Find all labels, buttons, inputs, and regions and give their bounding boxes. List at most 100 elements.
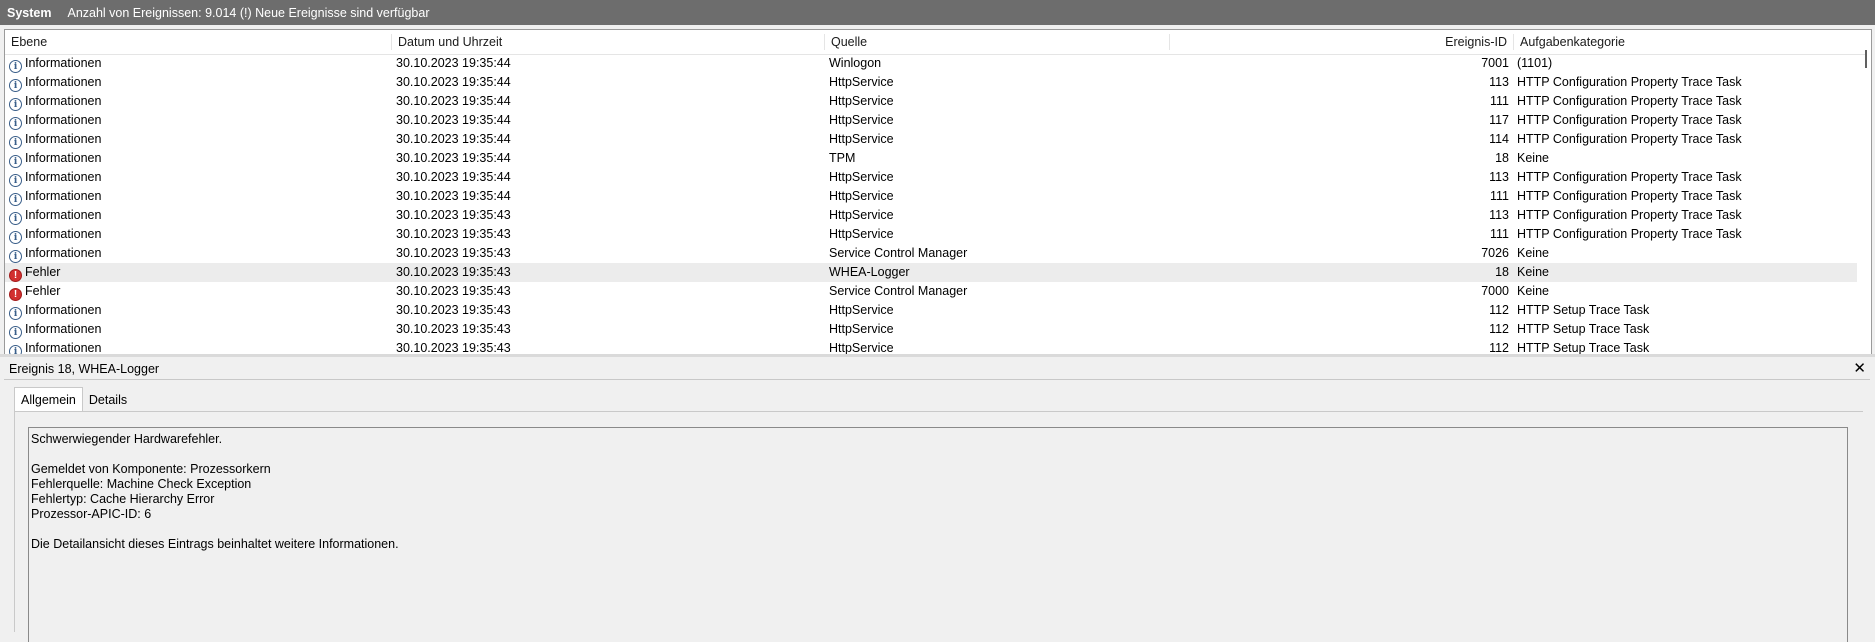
category-cell: HTTP Configuration Property Trace Task	[1517, 113, 1742, 127]
level-cell: i Informationen	[9, 54, 389, 73]
tab-general[interactable]: Allgemein	[14, 387, 83, 412]
info-icon: i	[9, 193, 22, 206]
detail-tabs: Allgemein Details	[14, 387, 133, 412]
info-icon: i	[9, 307, 22, 320]
level-text: Informationen	[25, 94, 102, 108]
level-cell: i Informationen	[9, 244, 389, 263]
source-cell: HttpService	[829, 94, 894, 108]
table-row[interactable]: i Informationen 30.10.2023 19:35:44 HttpSer…	[5, 187, 1857, 206]
table-row[interactable]: i Informationen 30.10.2023 19:35:44 HttpSer…	[5, 92, 1857, 111]
source-cell: Service Control Manager	[829, 284, 968, 298]
level-cell: ! Fehler	[9, 263, 389, 282]
level-cell: i Informationen	[9, 225, 389, 244]
table-row[interactable]: i Informationen 30.10.2023 19:35:43 Service…	[5, 244, 1857, 263]
date-cell: 30.10.2023 19:35:44	[396, 113, 511, 127]
level-text: Fehler	[25, 284, 61, 298]
date-cell: 30.10.2023 19:35:43	[396, 284, 511, 298]
level-cell: i Informationen	[9, 92, 389, 111]
source-cell: HttpService	[829, 113, 894, 127]
event-list[interactable]: Ebene Datum und Uhrzeit Quelle Ereignis-…	[4, 29, 1872, 355]
error-icon: !	[9, 288, 22, 301]
category-cell: HTTP Configuration Property Trace Task	[1517, 132, 1742, 146]
table-row[interactable]: i Informationen 30.10.2023 19:35:44 Winlogo…	[5, 54, 1857, 73]
source-cell: HttpService	[829, 132, 894, 146]
event-detail-header: Ereignis 18, WHEA-Logger ✕	[4, 358, 1870, 380]
event-id-cell: 112	[1489, 341, 1509, 355]
category-cell: HTTP Setup Trace Task	[1517, 303, 1650, 317]
event-id-cell: 7026	[1481, 246, 1509, 260]
category-cell: Keine	[1517, 246, 1549, 260]
description-line: Prozessor-APIC-ID: 6	[31, 507, 152, 521]
general-tab-panel: Schwerwiegender Hardwarefehler. Gemeldet …	[14, 411, 1863, 642]
level-text: Informationen	[25, 227, 102, 241]
column-header-task-category[interactable]: Aufgabenkategorie	[1514, 30, 1854, 54]
table-row[interactable]: ! Fehler 30.10.2023 19:35:43 WHEA-Logger 18 K…	[5, 263, 1857, 282]
description-line: Gemeldet von Komponente: Prozessorkern	[31, 462, 271, 476]
date-cell: 30.10.2023 19:35:43	[396, 246, 511, 260]
event-id-cell: 18	[1495, 265, 1509, 279]
table-row[interactable]: i Informationen 30.10.2023 19:35:43 HttpSer…	[5, 301, 1857, 320]
category-cell: HTTP Setup Trace Task	[1517, 341, 1650, 355]
table-row[interactable]: i Informationen 30.10.2023 19:35:43 HttpSer…	[5, 339, 1857, 355]
table-row[interactable]: i Informationen 30.10.2023 19:35:44 HttpSer…	[5, 73, 1857, 92]
source-cell: HttpService	[829, 341, 894, 355]
event-id-cell: 7001	[1481, 56, 1509, 70]
info-icon: i	[9, 155, 22, 168]
error-icon: !	[9, 269, 22, 282]
event-id-cell: 113	[1489, 208, 1509, 222]
source-cell: HttpService	[829, 170, 894, 184]
source-cell: HttpService	[829, 227, 894, 241]
source-cell: WHEA-Logger	[829, 265, 910, 279]
column-header-level[interactable]: Ebene	[5, 30, 391, 54]
info-icon: i	[9, 60, 22, 73]
info-icon: i	[9, 250, 22, 263]
column-header-event-id[interactable]: Ereignis-ID	[1170, 30, 1513, 54]
date-cell: 30.10.2023 19:35:43	[396, 265, 511, 279]
vertical-scrollbar[interactable]	[1863, 44, 1871, 354]
event-description-text[interactable]: Schwerwiegender Hardwarefehler. Gemeldet …	[28, 427, 1848, 642]
log-name: System	[7, 5, 52, 20]
source-cell: HttpService	[829, 75, 894, 89]
level-cell: i Informationen	[9, 168, 389, 187]
table-row[interactable]: i Informationen 30.10.2023 19:35:43 HttpSer…	[5, 320, 1857, 339]
scrollbar-thumb[interactable]	[1865, 50, 1867, 68]
close-icon[interactable]: ✕	[1853, 358, 1866, 380]
event-id-cell: 113	[1489, 75, 1509, 89]
table-row[interactable]: i Informationen 30.10.2023 19:35:43 HttpSer…	[5, 225, 1857, 244]
source-cell: Winlogon	[829, 56, 882, 70]
level-cell: i Informationen	[9, 206, 389, 225]
level-text: Informationen	[25, 56, 102, 70]
column-header-date[interactable]: Datum und Uhrzeit	[392, 30, 824, 54]
date-cell: 30.10.2023 19:35:43	[396, 303, 511, 317]
date-cell: 30.10.2023 19:35:44	[396, 189, 511, 203]
category-cell: Keine	[1517, 151, 1549, 165]
date-cell: 30.10.2023 19:35:44	[396, 94, 511, 108]
level-cell: i Informationen	[9, 73, 389, 92]
level-text: Informationen	[25, 170, 102, 184]
event-id-cell: 113	[1489, 170, 1509, 184]
level-cell: i Informationen	[9, 301, 389, 320]
info-icon: i	[9, 79, 22, 92]
source-cell: TPM	[829, 151, 856, 165]
level-cell: ! Fehler	[9, 282, 389, 301]
table-row[interactable]: i Informationen 30.10.2023 19:35:44 HttpSer…	[5, 168, 1857, 187]
table-row[interactable]: ! Fehler 30.10.2023 19:35:43 Service Contro…	[5, 282, 1857, 301]
category-cell: HTTP Configuration Property Trace Task	[1517, 208, 1742, 222]
source-cell: HttpService	[829, 189, 894, 203]
table-row[interactable]: i Informationen 30.10.2023 19:35:44 HttpSer…	[5, 111, 1857, 130]
column-header-source[interactable]: Quelle	[825, 30, 1169, 54]
table-row[interactable]: i Informationen 30.10.2023 19:35:44 TPM 18 Ke…	[5, 149, 1857, 168]
category-cell: HTTP Configuration Property Trace Task	[1517, 75, 1742, 89]
pane-splitter[interactable]	[0, 354, 1875, 357]
table-row[interactable]: i Informationen 30.10.2023 19:35:44 HttpSer…	[5, 130, 1857, 149]
event-id-cell: 117	[1489, 113, 1509, 127]
tab-details[interactable]: Details	[83, 389, 133, 411]
event-count-info: Anzahl von Ereignissen: 9.014 (!) Neue E…	[67, 5, 430, 20]
category-cell: Keine	[1517, 265, 1549, 279]
table-row[interactable]: i Informationen 30.10.2023 19:35:43 HttpSer…	[5, 206, 1857, 225]
category-cell: HTTP Setup Trace Task	[1517, 322, 1650, 336]
category-cell: HTTP Configuration Property Trace Task	[1517, 227, 1742, 241]
level-text: Informationen	[25, 208, 102, 222]
event-id-cell: 112	[1489, 322, 1509, 336]
